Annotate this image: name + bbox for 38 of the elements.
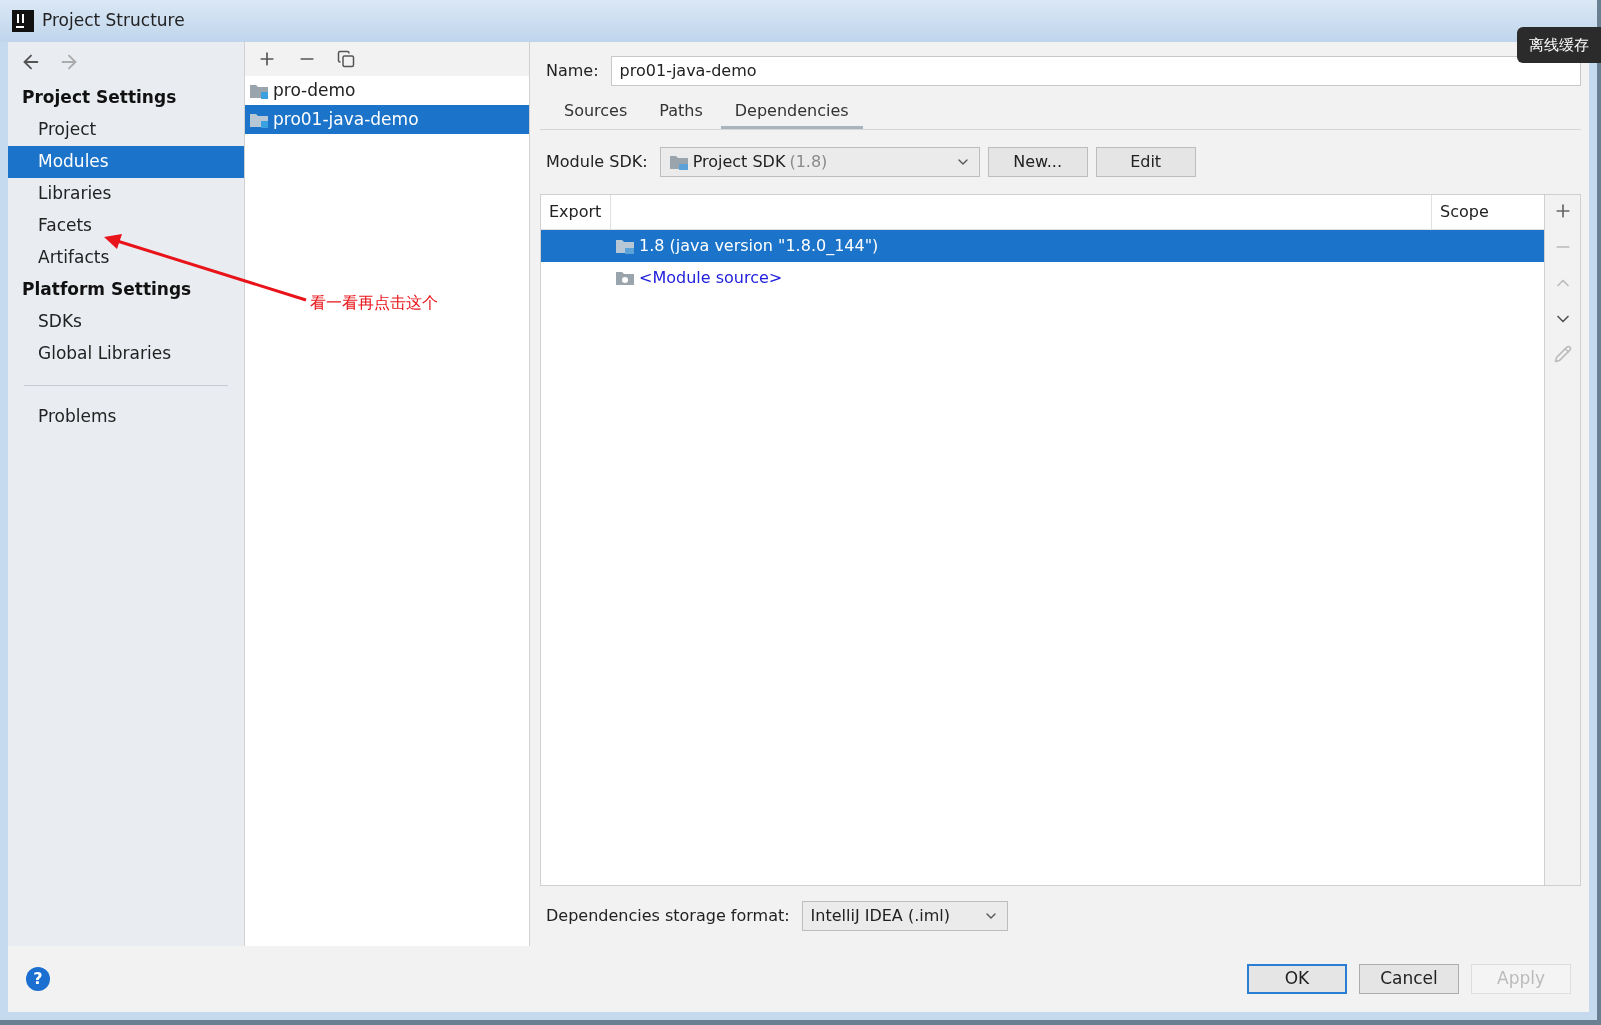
annotation-text: 看一看再点击这个	[310, 292, 438, 314]
tab[interactable]: Dependencies	[720, 99, 863, 129]
sidebar-item[interactable]: Artifacts	[8, 242, 244, 274]
folder-icon	[668, 153, 689, 171]
sdk-dropdown[interactable]: Project SDK (1.8)	[659, 147, 980, 177]
module-sdk-label: Module SDK:	[546, 151, 648, 173]
dependency-row[interactable]: 1.8 (java version "1.8.0_144")	[541, 230, 1544, 262]
tab[interactable]: Paths	[645, 99, 717, 129]
sidebar-item[interactable]: Global Libraries	[8, 338, 244, 370]
help-icon[interactable]: ?	[26, 967, 50, 991]
sdk-button[interactable]: Edit	[1095, 147, 1196, 177]
storage-format-dropdown[interactable]: IntelliJ IDEA (.iml)	[801, 901, 1008, 931]
folder-icon	[615, 237, 635, 255]
name-field[interactable]: pro01-java-demo	[610, 56, 1581, 86]
section-heading: Platform Settings	[21, 278, 193, 302]
sdk-button[interactable]: New...	[987, 147, 1088, 177]
dialog-button[interactable]: Cancel	[1359, 964, 1459, 994]
copy-icon[interactable]	[337, 50, 355, 68]
name-label: Name:	[546, 60, 599, 82]
module-item[interactable]: pro-demo	[245, 76, 529, 105]
sidebar-item[interactable]: Project	[8, 114, 244, 146]
dialog-button[interactable]: OK	[1247, 964, 1347, 994]
column-header: Export	[541, 195, 611, 229]
window-title: Project Structure	[42, 9, 185, 33]
dependency-row[interactable]: <Module source>	[541, 262, 1544, 294]
column-header: Scope	[1439, 201, 1490, 223]
tab[interactable]: Sources	[550, 99, 642, 129]
section-heading: Project Settings	[21, 86, 178, 110]
sidebar-item[interactable]: Problems	[8, 401, 244, 433]
sidebar-item[interactable]: SDKs	[8, 306, 244, 338]
sidebar-item[interactable]: Modules	[8, 146, 244, 178]
app-logo-icon	[12, 10, 34, 32]
module-item[interactable]: pro01-java-demo	[245, 105, 529, 134]
folder-icon	[615, 269, 635, 287]
sidebar-item[interactable]: Facets	[8, 210, 244, 242]
offline-cache-button[interactable]: 离线缓存	[1517, 27, 1601, 63]
sidebar-item[interactable]: Libraries	[8, 178, 244, 210]
storage-format-label: Dependencies storage format:	[546, 905, 790, 927]
